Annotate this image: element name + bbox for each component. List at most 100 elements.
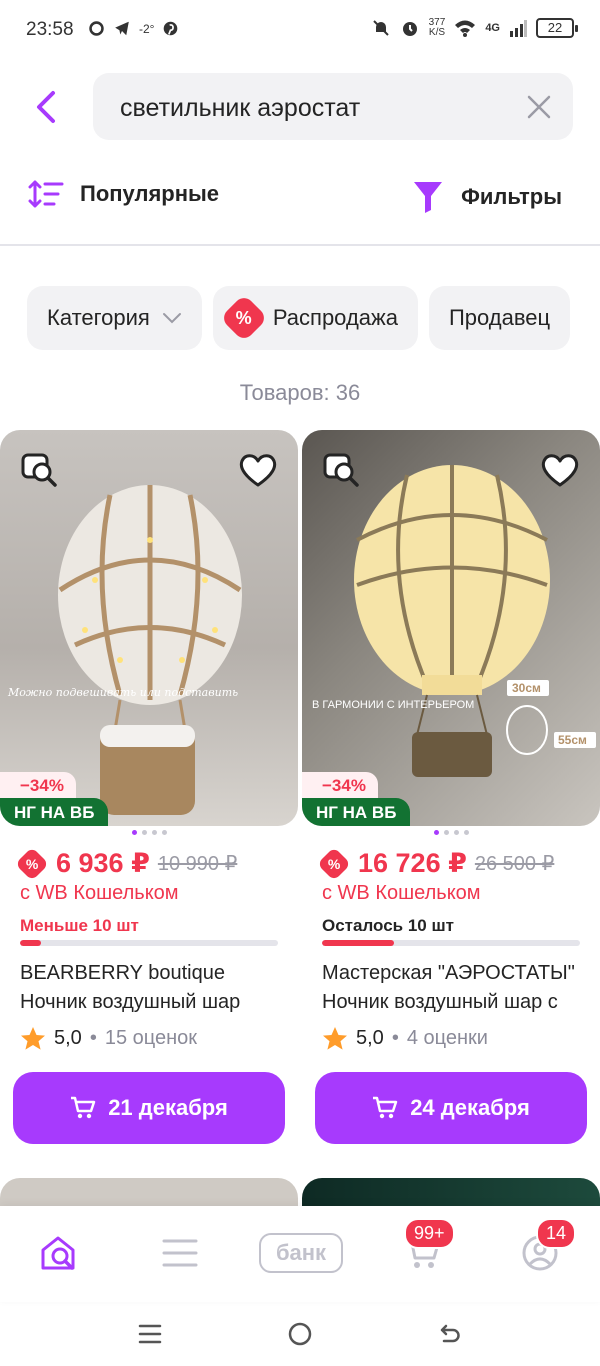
product-image[interactable]: В ГАРМОНИИ С ИНТЕРЬЕРОМ 30см 55см −34% Н…: [302, 430, 600, 826]
clock: 23:58: [26, 19, 74, 40]
pinterest-icon: [164, 21, 178, 36]
back-arrow-icon: [440, 1324, 460, 1343]
net-speed: 377 K/S: [428, 17, 446, 38]
discount-badge: −34%: [0, 772, 76, 798]
mute-icon: [372, 20, 389, 36]
svg-text:55см: 55см: [558, 733, 587, 747]
chip-sale[interactable]: % Распродажа: [212, 286, 418, 350]
network-type: 4G: [485, 22, 500, 34]
separator-dot: •: [391, 1027, 399, 1049]
back-button[interactable]: [28, 86, 64, 128]
sort-label: Популярные: [80, 181, 220, 206]
results-count: Товаров: 36: [239, 380, 361, 405]
wifi-icon: [455, 20, 476, 37]
chip-label: Категория: [47, 305, 150, 330]
add-to-cart-button[interactable]: 21 декабря: [13, 1072, 285, 1144]
stock-text: Осталось 10 шт: [322, 916, 454, 935]
star-icon: [323, 1027, 347, 1050]
favorite-button[interactable]: [540, 452, 580, 488]
stock-bar-fill: [322, 940, 395, 946]
percent-icon: %: [219, 293, 268, 343]
cart-count-badge: 99+: [404, 1218, 455, 1249]
chevron-down-icon: [162, 313, 181, 324]
wallet-discount-icon: %: [317, 846, 351, 881]
rating: 5,0 • 4 оценки: [322, 1026, 488, 1051]
promo-badge: НГ НА ВБ: [302, 798, 411, 826]
bank-label: банк: [259, 1233, 343, 1273]
home-button[interactable]: [282, 1316, 318, 1352]
filter-chips: Категория % Распродажа Продавец: [27, 286, 571, 350]
divider: [0, 244, 600, 246]
filter-label: Фильтры: [461, 184, 562, 209]
battery-icon: 22: [536, 18, 578, 38]
nav-catalog[interactable]: [150, 1228, 210, 1278]
image-search-icon: [323, 453, 359, 487]
old-price: 26 500 ₽: [474, 853, 555, 875]
cart-icon: [71, 1096, 96, 1119]
search-header: светильник аэростат: [0, 72, 600, 142]
nav-home[interactable]: [30, 1228, 90, 1278]
status-bar: 23:58 -2° 377 K/S 4G 22: [0, 0, 600, 60]
product-image[interactable]: Можно подвешивать или подставить −34% НГ…: [0, 430, 298, 826]
heart-icon: [239, 454, 277, 487]
sort-button[interactable]: Популярные: [28, 178, 219, 210]
wallet-discount-icon: %: [15, 846, 49, 881]
reviews-count: 4 оценки: [406, 1027, 488, 1049]
sort-filter-bar: Популярные Фильтры: [0, 170, 600, 230]
price-row: % 16 726 ₽ 26 500 ₽: [317, 846, 555, 881]
chat-icon: [89, 21, 104, 36]
image-search-icon: [21, 453, 57, 487]
rating-value: 5,0: [356, 1027, 384, 1049]
product-card[interactable]: Можно подвешивать или подставить −34% НГ…: [0, 430, 298, 1150]
product-brand: Мастерская "АЭРОСТАТЫ": [322, 962, 575, 984]
old-price: 10 990 ₽: [157, 853, 238, 875]
system-navigation: [0, 1302, 600, 1366]
add-to-cart-button[interactable]: 24 декабря: [315, 1072, 587, 1144]
recent-apps-button[interactable]: [132, 1316, 168, 1352]
svg-text:30см: 30см: [512, 681, 541, 695]
image-pager-dots: [302, 830, 600, 835]
product-brand: BEARBERRY boutique: [20, 962, 225, 984]
price-row: % 6 936 ₽ 10 990 ₽: [15, 846, 238, 881]
stock-bar-fill: [20, 940, 41, 946]
chip-seller[interactable]: Продавец: [428, 286, 571, 350]
chip-label: Продавец: [448, 305, 551, 330]
close-icon: [527, 95, 551, 119]
wallet-note: с WB Кошельком: [20, 882, 179, 904]
telegram-icon: [115, 21, 129, 36]
back-system-button[interactable]: [432, 1316, 468, 1352]
stock-text: Меньше 10 шт: [20, 916, 139, 935]
notifications-badge: 14: [536, 1218, 577, 1249]
nav-profile[interactable]: 14: [510, 1218, 577, 1278]
home-search-icon: [41, 1236, 75, 1270]
search-query: светильник аэростат: [120, 94, 361, 122]
find-similar-button[interactable]: [20, 450, 60, 490]
product-card[interactable]: В ГАРМОНИИ С ИНТЕРЬЕРОМ 30см 55см −34% Н…: [302, 430, 600, 1150]
image-pager-dots: [0, 830, 298, 835]
chevron-left-icon: [37, 91, 55, 123]
alarm-icon: [402, 22, 417, 36]
product-title: Ночник воздушный шар с: [322, 991, 558, 1013]
promo-badge: НГ НА ВБ: [0, 798, 109, 826]
wallet-note: с WB Кошельком: [322, 882, 481, 904]
clear-search-button[interactable]: [525, 93, 553, 121]
home-circle-icon: [288, 1322, 312, 1346]
cart-icon: [373, 1096, 398, 1119]
filter-button[interactable]: Фильтры: [413, 180, 562, 214]
delivery-date: 21 декабря: [108, 1095, 228, 1120]
signal-icon: [510, 20, 527, 37]
product-title: Ночник воздушный шар: [20, 991, 241, 1013]
rating-value: 5,0: [54, 1027, 82, 1049]
favorite-button[interactable]: [238, 452, 278, 488]
nav-cart[interactable]: 99+: [392, 1218, 455, 1278]
menu-icon: [162, 1239, 198, 1267]
rating: 5,0 • 15 оценок: [20, 1026, 197, 1051]
chip-category[interactable]: Категория: [27, 286, 202, 350]
nav-bank[interactable]: банк: [258, 1228, 344, 1278]
find-similar-button[interactable]: [322, 450, 362, 490]
delivery-date: 24 декабря: [410, 1095, 530, 1120]
bottom-navigation: банк 99+ 14: [0, 1206, 600, 1302]
recents-icon: [138, 1324, 162, 1344]
search-input[interactable]: светильник аэростат: [93, 73, 573, 140]
stock-bar: [20, 940, 278, 946]
